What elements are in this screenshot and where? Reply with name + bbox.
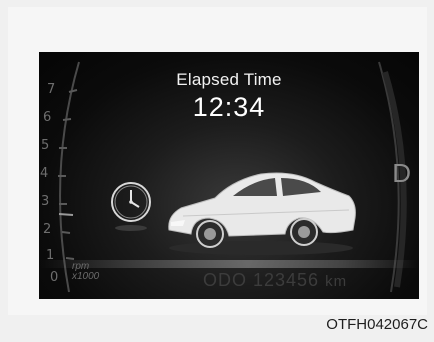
elapsed-time-title: Elapsed Time	[176, 70, 282, 89]
floor-reflection	[39, 260, 419, 268]
tach-tick-label: 0	[50, 270, 59, 285]
odometer-readout: ODO 123456 km	[203, 270, 347, 291]
sedan-car-icon	[168, 172, 356, 255]
elapsed-time-value: 12:34	[192, 92, 266, 122]
tach-tick-label: 2	[43, 222, 52, 237]
odometer-unit: km	[325, 273, 348, 290]
tach-tick-label: 4	[40, 166, 49, 181]
figure-caption: OTFH042067C	[326, 316, 428, 333]
analog-clock-icon	[111, 182, 151, 231]
tach-tick-label: 3	[41, 194, 50, 209]
rpm-multiplier-text: x1000	[72, 271, 100, 282]
instrument-cluster-screen: 7 6 5 4 3 2 1 0 rpm x1000 Elapsed Time 1…	[39, 52, 419, 299]
odometer-value: ODO 123456	[203, 270, 320, 290]
gear-indicator: D	[392, 158, 411, 188]
tach-tick-label: 5	[41, 138, 50, 153]
